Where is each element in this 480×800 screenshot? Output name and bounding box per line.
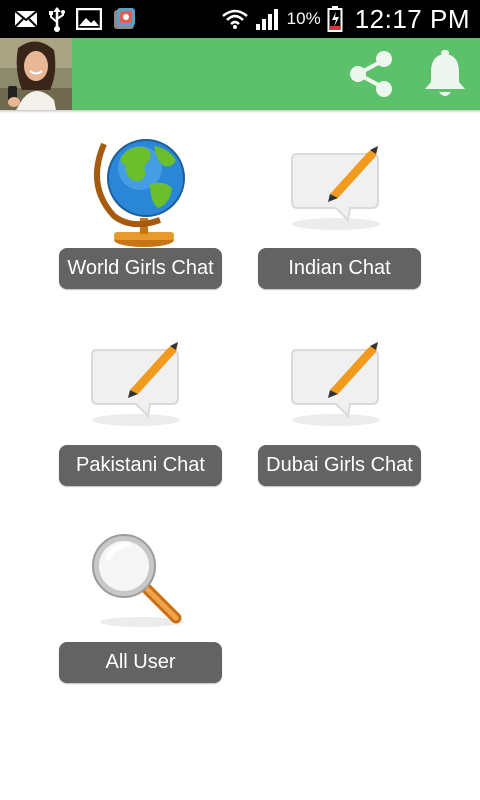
- all-user-button[interactable]: All User: [59, 642, 222, 683]
- pakistani-chat-button[interactable]: Pakistani Chat: [59, 445, 222, 486]
- battery-percent: 10%: [286, 9, 321, 28]
- share-button[interactable]: [344, 46, 400, 102]
- app-bar: [0, 38, 480, 110]
- globe-icon: [93, 139, 185, 247]
- status-bar: 10% 12:17 PM: [0, 0, 480, 38]
- indian-chat-button[interactable]: Indian Chat: [258, 248, 421, 289]
- app-bar-shadow: [0, 110, 480, 113]
- chat-edit-icon: [291, 146, 380, 230]
- bell-icon: [425, 50, 465, 96]
- search-icon: [92, 534, 184, 627]
- share-icon: [350, 51, 392, 97]
- chat-edit-icon: [291, 342, 380, 426]
- app-notification-icon: [114, 8, 135, 29]
- battery-icon: [327, 6, 343, 32]
- wifi-icon: [221, 9, 248, 29]
- gallery-icon: [76, 8, 102, 30]
- mail-icon: [14, 10, 38, 28]
- world-girls-chat-button[interactable]: World Girls Chat: [59, 248, 222, 289]
- system-icons: 10% 12:17 PM: [221, 0, 470, 38]
- notification-icons: [14, 7, 138, 32]
- usb-icon: [49, 7, 65, 32]
- clock: 12:17 PM: [354, 3, 470, 34]
- notifications-button[interactable]: [420, 46, 470, 102]
- profile-avatar[interactable]: [0, 38, 72, 110]
- signal-icon: [255, 9, 278, 30]
- chat-edit-icon: [91, 342, 180, 426]
- dubai-girls-chat-button[interactable]: Dubai Girls Chat: [258, 445, 421, 486]
